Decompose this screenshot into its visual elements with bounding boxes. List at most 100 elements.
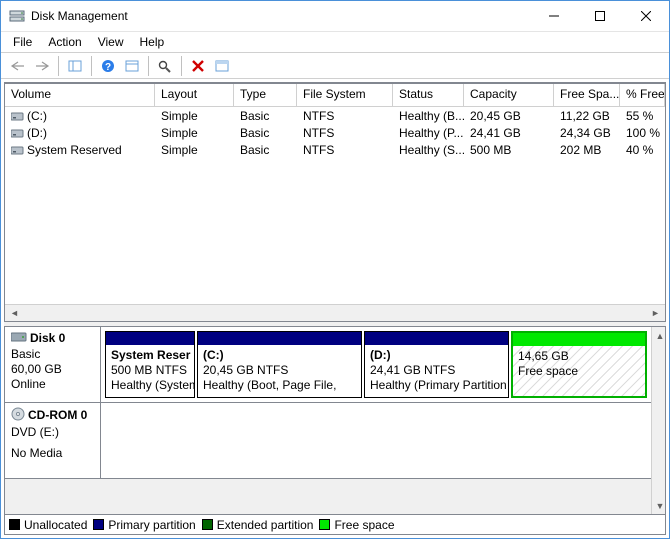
volume-layout: Simple xyxy=(155,143,234,157)
menubar: File Action View Help xyxy=(1,31,669,52)
col-free-space[interactable]: Free Spa... xyxy=(554,84,620,107)
scroll-left-icon[interactable]: ◄ xyxy=(6,306,23,321)
scroll-down-icon[interactable]: ▼ xyxy=(652,498,666,513)
volume-percent-free: 40 % xyxy=(620,143,665,157)
volume-table[interactable]: Volume Layout Type File System Status Ca… xyxy=(5,84,665,304)
partition-color-strip xyxy=(198,332,361,345)
volume-type: Basic xyxy=(234,143,297,157)
volume-free: 24,34 GB xyxy=(554,126,620,140)
refresh-button[interactable] xyxy=(154,55,176,77)
disk-management-icon xyxy=(9,8,25,24)
volume-layout: Simple xyxy=(155,126,234,140)
scroll-up-icon[interactable]: ▲ xyxy=(652,328,666,343)
volume-type: Basic xyxy=(234,126,297,140)
legend-primary: Primary partition xyxy=(93,518,195,532)
volume-fs: NTFS xyxy=(297,109,393,123)
delete-button[interactable] xyxy=(187,55,209,77)
col-volume[interactable]: Volume xyxy=(5,84,155,107)
partition-free-space[interactable]: 14,65 GBFree space xyxy=(511,331,647,398)
disk-management-window: Disk Management File Action View Help ? … xyxy=(0,0,670,539)
legend-swatch-extended xyxy=(202,519,213,530)
disk-0-size: 60,00 GB xyxy=(11,362,94,377)
volume-free: 11,22 GB xyxy=(554,109,620,123)
partition-size: 20,45 GB NTFS xyxy=(203,363,356,378)
volume-row[interactable]: System ReservedSimpleBasicNTFSHealthy (S… xyxy=(5,141,665,158)
menu-help[interactable]: Help xyxy=(132,34,173,50)
properties-button[interactable] xyxy=(211,55,233,77)
partition[interactable]: System Reser500 MB NTFSHealthy (System xyxy=(105,331,195,398)
maximize-button[interactable] xyxy=(577,1,623,31)
volume-free: 202 MB xyxy=(554,143,620,157)
legend-extended: Extended partition xyxy=(202,518,314,532)
volume-list-pane: Volume Layout Type File System Status Ca… xyxy=(4,83,666,321)
partition[interactable]: (D:)24,41 GB NTFSHealthy (Primary Partit… xyxy=(364,331,509,398)
close-button[interactable] xyxy=(623,1,669,31)
graphical-view-pane: Disk 0 Basic 60,00 GB Online System Rese… xyxy=(4,327,666,535)
toolbar-separator xyxy=(91,56,92,76)
menu-action[interactable]: Action xyxy=(40,34,89,50)
drive-icon xyxy=(11,145,24,155)
menu-view[interactable]: View xyxy=(90,34,132,50)
cdrom-0-row[interactable]: CD-ROM 0 DVD (E:) No Media xyxy=(5,403,651,479)
volume-capacity: 500 MB xyxy=(464,143,554,157)
disk-0-status: Online xyxy=(11,377,94,392)
col-file-system[interactable]: File System xyxy=(297,84,393,107)
titlebar[interactable]: Disk Management xyxy=(1,1,669,31)
volume-type: Basic xyxy=(234,109,297,123)
back-button[interactable] xyxy=(7,55,29,77)
col-status[interactable]: Status xyxy=(393,84,464,107)
drive-icon xyxy=(11,128,24,138)
col-percent-free[interactable]: % Free xyxy=(620,84,665,107)
partition[interactable]: (C:)20,45 GB NTFSHealthy (Boot, Page Fil… xyxy=(197,331,362,398)
col-capacity[interactable]: Capacity xyxy=(464,84,554,107)
toolbar-separator xyxy=(181,56,182,76)
col-layout[interactable]: Layout xyxy=(155,84,234,107)
minimize-button[interactable] xyxy=(531,1,577,31)
col-type[interactable]: Type xyxy=(234,84,297,107)
legend-free: Free space xyxy=(319,518,394,532)
partition-status: Free space xyxy=(518,364,640,379)
volume-name: (D:) xyxy=(27,126,47,140)
partition-size: 14,65 GB xyxy=(518,349,640,364)
legend-swatch-primary xyxy=(93,519,104,530)
settings-button[interactable] xyxy=(121,55,143,77)
legend: Unallocated Primary partition Extended p… xyxy=(5,514,665,534)
volume-row[interactable]: (C:)SimpleBasicNTFSHealthy (B...20,45 GB… xyxy=(5,107,665,124)
volume-name: (C:) xyxy=(27,109,47,123)
partition-color-strip xyxy=(365,332,508,345)
disk-0-type: Basic xyxy=(11,347,94,362)
volume-fs: NTFS xyxy=(297,126,393,140)
volume-rows: (C:)SimpleBasicNTFSHealthy (B...20,45 GB… xyxy=(5,107,665,158)
window-controls xyxy=(531,1,669,31)
cdrom-0-name: CD-ROM 0 xyxy=(28,408,87,422)
disk-0-row[interactable]: Disk 0 Basic 60,00 GB Online System Rese… xyxy=(5,327,651,403)
volume-layout: Simple xyxy=(155,109,234,123)
show-hide-tree-button[interactable] xyxy=(64,55,86,77)
scroll-right-icon[interactable]: ► xyxy=(647,306,664,321)
disk-0-name: Disk 0 xyxy=(30,331,65,345)
partition-size: 500 MB NTFS xyxy=(111,363,189,378)
cdrom-0-partitions xyxy=(101,403,651,478)
forward-button[interactable] xyxy=(31,55,53,77)
graphical-empty-area xyxy=(5,479,651,514)
volume-name: System Reserved xyxy=(27,143,122,157)
partition-status: Healthy (Boot, Page File, xyxy=(203,378,356,393)
svg-text:?: ? xyxy=(105,62,111,73)
volume-fs: NTFS xyxy=(297,143,393,157)
cdrom-0-info[interactable]: CD-ROM 0 DVD (E:) No Media xyxy=(5,403,101,478)
volume-capacity: 24,41 GB xyxy=(464,126,554,140)
volume-status: Healthy (B... xyxy=(393,109,464,123)
vertical-scrollbar[interactable]: ▲ ▼ xyxy=(651,327,665,514)
volume-row[interactable]: (D:) SimpleBasicNTFSHealthy (P...24,41 GB… xyxy=(5,124,665,141)
horizontal-scrollbar[interactable]: ◄ ► xyxy=(5,304,665,321)
volume-header-row: Volume Layout Type File System Status Ca… xyxy=(5,84,665,107)
disk-0-info[interactable]: Disk 0 Basic 60,00 GB Online xyxy=(5,327,101,402)
drive-icon xyxy=(11,111,24,121)
legend-unallocated: Unallocated xyxy=(9,518,87,532)
volume-percent-free: 55 % xyxy=(620,109,665,123)
help-button[interactable]: ? xyxy=(97,55,119,77)
volume-status: Healthy (P... xyxy=(393,126,464,140)
menu-file[interactable]: File xyxy=(5,34,40,50)
cdrom-0-type: DVD (E:) xyxy=(11,425,94,440)
window-title: Disk Management xyxy=(31,9,531,23)
